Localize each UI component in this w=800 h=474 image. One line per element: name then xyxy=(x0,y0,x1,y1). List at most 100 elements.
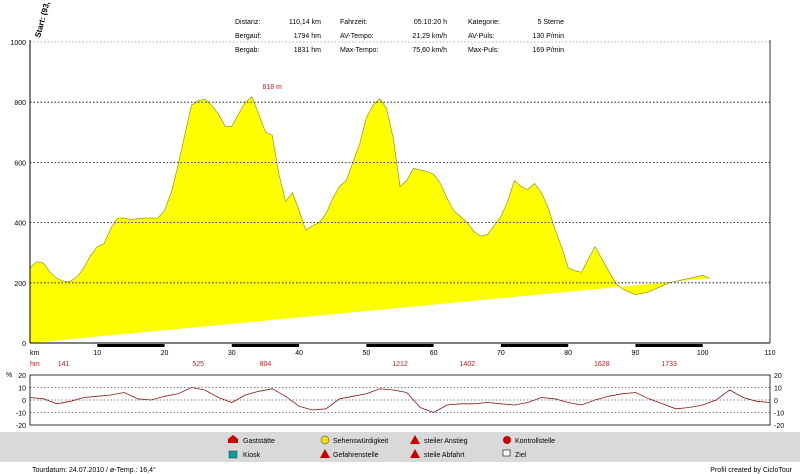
legend-item-kiosk: Kiosk xyxy=(228,450,261,459)
legend-label: steiler Anstieg xyxy=(424,438,468,445)
smiley-icon xyxy=(320,435,330,445)
stat-label: AV-Puls: xyxy=(468,33,494,40)
stat-value: 169 P/min xyxy=(532,47,564,54)
footer: Tourdatum: 24.07.2010 / ø-Temp.: 16,4° P… xyxy=(0,462,800,474)
stat-value: 21,29 km/h xyxy=(412,33,447,40)
start-label: Start: (93, xyxy=(33,1,51,39)
stat-label: AV-Tempo: xyxy=(340,33,374,40)
stat-label: Distanz: xyxy=(235,19,260,26)
legend-label: Kiosk xyxy=(243,452,261,459)
y-tick-label: 600 xyxy=(14,160,26,167)
stat-label: Bergauf: xyxy=(235,33,262,40)
legend-svg: Gaststätte Kiosk Sehenswürdigkeit Gefahr… xyxy=(228,435,555,459)
x-tick-label: 50 xyxy=(362,350,370,357)
x-tick-label: 90 xyxy=(632,350,640,357)
stat-label: Kategorie: xyxy=(468,19,500,26)
x-tick-label: 60 xyxy=(430,350,438,357)
steep-down-icon xyxy=(410,449,420,458)
y-tick-label: 800 xyxy=(14,100,26,107)
stat-label: Max-Tempo: xyxy=(340,47,379,54)
peak-label: 818 m xyxy=(262,84,282,91)
legend-item-gaststaette: Gaststätte xyxy=(228,435,275,445)
legend-item-steile-abfahrt: steile Abfahrt xyxy=(410,449,465,459)
gradient-y-tick-left: 10 xyxy=(18,386,26,393)
ruler-segment xyxy=(97,344,165,347)
elevation-area xyxy=(29,96,710,343)
stat-value: 1831 hm xyxy=(294,47,321,54)
x-tick-label: 80 xyxy=(564,350,572,357)
legend-item-kontrollstelle: Kontrollstelle xyxy=(503,436,555,445)
gradient-y-tick-left: 20 xyxy=(18,373,26,380)
cumulative-ascent-label: 1733 xyxy=(661,361,677,368)
legend-label: Sehenswürdigkeit xyxy=(333,438,388,445)
finish-flag-icon xyxy=(502,449,511,457)
cumulative-ascent-label: 1628 xyxy=(594,361,610,368)
y-tick-label: 200 xyxy=(14,281,26,288)
legend-label: Gaststätte xyxy=(243,438,275,445)
gradient-y-tick-left: -20 xyxy=(16,423,26,430)
gradient-y-tick-left: 0 xyxy=(22,398,26,405)
warning-icon xyxy=(320,449,330,458)
x-tick-label: 10 xyxy=(93,350,101,357)
profile-plot: 0 200 400 600 800 1000 km 10 20 30 40 50 60 70 80 90 100… xyxy=(10,40,776,368)
credit: Profil created by CicloTour xyxy=(710,467,792,474)
y-tick-label: 0 xyxy=(22,341,26,348)
checkpoint-icon xyxy=(503,436,511,444)
footer-svg: Tourdatum: 24.07.2010 / ø-Temp.: 16,4° P… xyxy=(32,466,793,474)
x-unit-label: km xyxy=(30,350,40,357)
legend-item-sehenswuerdigkeit: Sehenswürdigkeit xyxy=(320,435,388,445)
gradient-y-tick-right: 0 xyxy=(774,398,778,405)
gradient-line xyxy=(29,387,771,413)
legend-label: Gefahrenstelle xyxy=(333,452,379,459)
cumulative-ascent-label: 804 xyxy=(260,361,272,368)
legend-label: steile Abfahrt xyxy=(424,452,465,459)
legend-item-gefahrenstelle: Gefahrenstelle xyxy=(320,449,379,459)
x-tick-label: 20 xyxy=(161,350,169,357)
stat-label: Max-Puls: xyxy=(468,47,499,54)
stats-block: Distanz: 110,14 km Bergauf: 1794 hm Berg… xyxy=(235,19,564,54)
elevation-profile-window: Distanz: 110,14 km Bergauf: 1794 hm Berg… xyxy=(0,0,800,474)
x-tick-label: 110 xyxy=(764,350,775,357)
tour-date: Tourdatum: 24.07.2010 / ø-Temp.: 16,4° xyxy=(32,466,156,474)
gradient-y-tick-right: 20 xyxy=(774,373,782,380)
stat-value: 110,14 km xyxy=(289,19,321,26)
gradient-y-tick-right: 10 xyxy=(774,386,782,393)
cumulative-ascent-label: 1402 xyxy=(459,361,475,368)
stat-value: 5 Sterne xyxy=(538,19,565,26)
stat-value: 05:10:20 h xyxy=(414,19,447,26)
gradient-y-tick-right: -20 xyxy=(774,423,784,430)
cumulative-ascent-label: 141 xyxy=(58,361,70,368)
legend-bar: Gaststätte Kiosk Sehenswürdigkeit Gefahr… xyxy=(0,432,800,462)
legend-label: Kontrollstelle xyxy=(515,438,555,445)
steep-up-icon xyxy=(410,435,420,444)
x-tick-label: 30 xyxy=(228,350,236,357)
y-tick-label: 400 xyxy=(14,221,26,228)
legend-item-ziel: Ziel xyxy=(502,449,527,459)
kiosk-icon xyxy=(228,450,238,459)
ruler-segment xyxy=(231,344,300,347)
gradient-plot: % -20 -20 -10 -10 0 0 10 10 20 20 xyxy=(6,372,784,430)
stat-value: 130 P/min xyxy=(532,33,564,40)
stat-label: Fahrzeit: xyxy=(340,19,367,26)
ruler-segment xyxy=(366,344,434,347)
house-icon xyxy=(228,435,238,443)
gradient-frame xyxy=(29,374,771,426)
cumulative-ascent-label: 525 xyxy=(192,361,204,368)
elevation-chart: Distanz: 110,14 km Bergauf: 1794 hm Berg… xyxy=(6,1,784,430)
legend-item-steiler-anstieg: steiler Anstieg xyxy=(410,435,468,445)
stat-label: Bergab: xyxy=(235,47,260,54)
gradient-unit-label: % xyxy=(6,372,12,379)
gradient-y-tick-right: -10 xyxy=(774,411,784,418)
x-tick-label: 40 xyxy=(295,350,303,357)
legend-label: Ziel xyxy=(515,452,527,459)
stat-value: 75,60 km/h xyxy=(412,47,447,54)
y-tick-label: 1000 xyxy=(10,40,26,47)
ruler-segment xyxy=(635,344,703,347)
x-tick-label: 70 xyxy=(497,350,505,357)
gradient-y-tick-left: -10 xyxy=(16,411,26,418)
x-tick-label: 100 xyxy=(697,350,709,357)
stat-value: 1794 hm xyxy=(294,33,321,40)
ruler-segment xyxy=(500,344,569,347)
cumulative-ascent-label: 1212 xyxy=(392,361,408,368)
hm-unit-label: hm xyxy=(30,361,40,368)
